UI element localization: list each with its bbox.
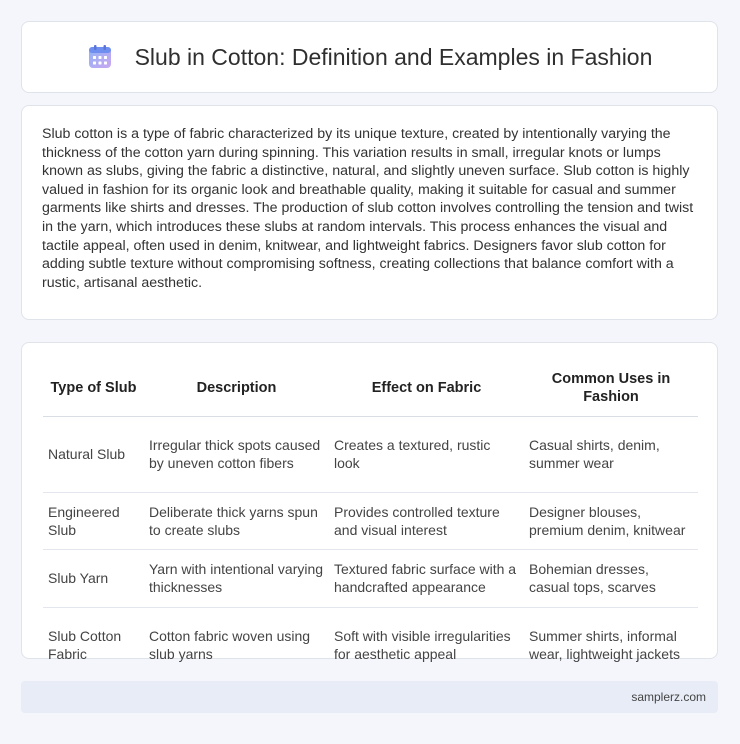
table-cell: Textured fabric surface with a handcraft… bbox=[329, 549, 524, 608]
table-cell: Natural Slub bbox=[43, 416, 144, 493]
table-card: Type of Slub Description Effect on Fabri… bbox=[21, 342, 718, 684]
column-header: Description bbox=[144, 361, 329, 417]
intro-paragraph: Slub cotton is a type of fabric characte… bbox=[42, 126, 694, 291]
footer-bar: samplerz.com bbox=[21, 681, 718, 713]
column-header: Effect on Fabric bbox=[329, 361, 524, 417]
table-header-row: Type of Slub Description Effect on Fabri… bbox=[43, 361, 698, 417]
table-row: Slub Yarn Yarn with intentional varying … bbox=[43, 549, 698, 608]
footer-site-link[interactable]: samplerz.com bbox=[631, 690, 706, 704]
table-cell: Cotton fabric woven using slub yarns bbox=[144, 607, 329, 684]
column-header: Common Uses in Fashion bbox=[524, 361, 698, 417]
table-cell: Irregular thick spots caused by uneven c… bbox=[144, 416, 329, 493]
table-row: Engineered Slub Deliberate thick yarns s… bbox=[43, 492, 698, 550]
table-cell: Casual shirts, denim, summer wear bbox=[524, 416, 698, 493]
table-cell: Designer blouses, premium denim, knitwea… bbox=[524, 492, 698, 550]
table-cell: Provides controlled texture and visual i… bbox=[329, 492, 524, 550]
table-cell: Deliberate thick yarns spun to create sl… bbox=[144, 492, 329, 550]
page-title: Slub in Cotton: Definition and Examples … bbox=[134, 43, 653, 70]
table-cell: Summer shirts, informal wear, lightweigh… bbox=[524, 607, 698, 684]
slub-types-table: Type of Slub Description Effect on Fabri… bbox=[43, 361, 698, 684]
table-cell: Bohemian dresses, casual tops, scarves bbox=[524, 549, 698, 608]
table-cell: Soft with visible irregularities for aes… bbox=[329, 607, 524, 684]
table-cell: Slub Cotton Fabric bbox=[43, 607, 144, 684]
title-card: Slub in Cotton: Definition and Examples … bbox=[21, 21, 718, 93]
table-cell: Slub Yarn bbox=[43, 549, 144, 608]
table-row: Natural Slub Irregular thick spots cause… bbox=[43, 416, 698, 493]
table-cell: Engineered Slub bbox=[43, 492, 144, 550]
calendar-icon bbox=[87, 44, 113, 70]
column-header: Type of Slub bbox=[43, 361, 144, 417]
table-cell: Yarn with intentional varying thicknesse… bbox=[144, 549, 329, 608]
table-cell: Creates a textured, rustic look bbox=[329, 416, 524, 493]
intro-card: Slub cotton is a type of fabric characte… bbox=[21, 105, 718, 320]
table-row: Slub Cotton Fabric Cotton fabric woven u… bbox=[43, 607, 698, 684]
